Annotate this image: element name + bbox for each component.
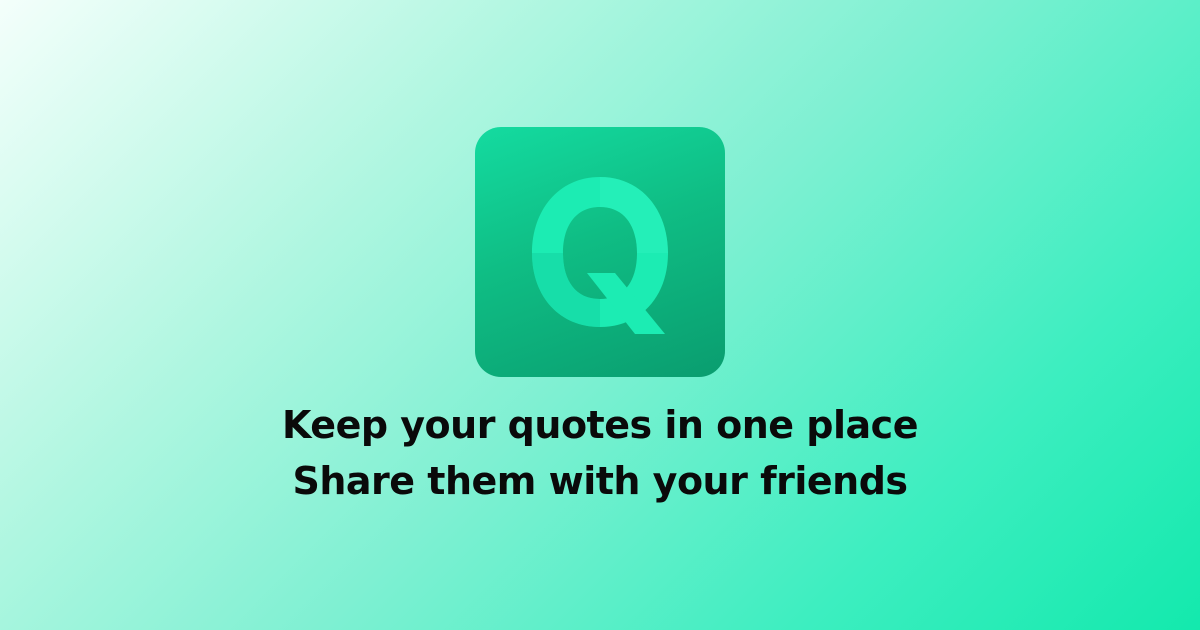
tagline-line-1: Keep your quotes in one place [282, 403, 918, 447]
app-logo: Q [475, 127, 725, 377]
q-letter-icon [532, 177, 668, 334]
tagline-line-2: Share them with your friends [292, 459, 908, 503]
